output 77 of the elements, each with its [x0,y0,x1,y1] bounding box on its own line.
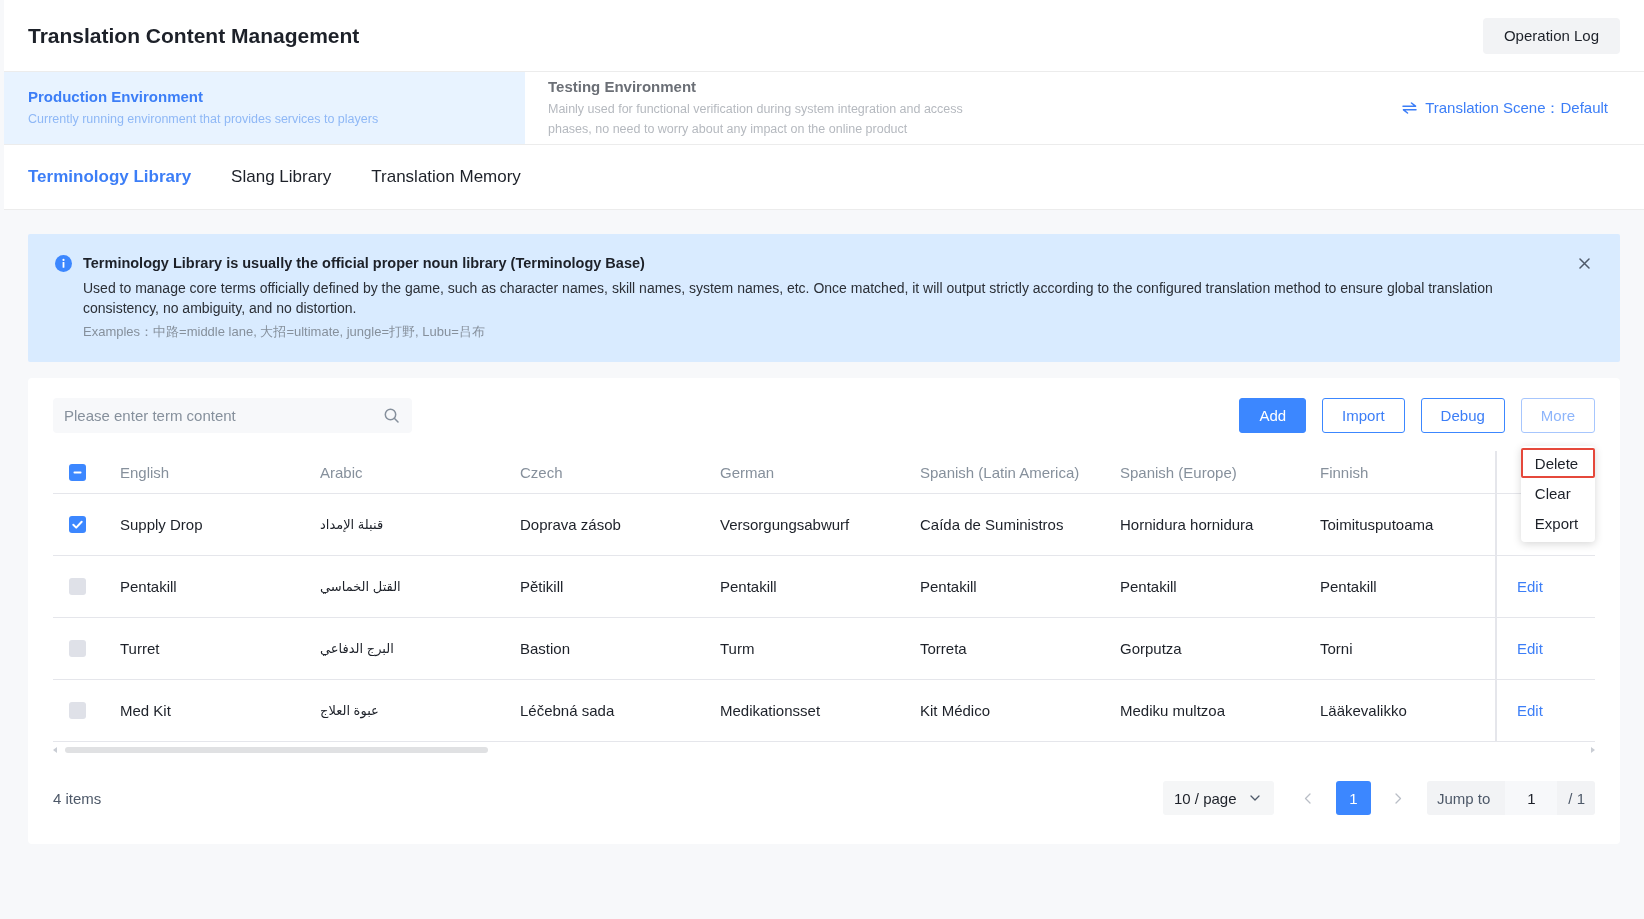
jump-label: Jump to [1437,789,1491,807]
page-size-select[interactable]: 10 / page [1163,781,1274,815]
search-field[interactable]: Please enter term content [53,398,412,433]
edit-link[interactable]: Edit [1517,640,1543,657]
operation-log-button[interactable]: Operation Log [1483,17,1620,54]
menu-item[interactable]: Export [1520,508,1595,538]
table-cell-text: Pentakill [720,577,778,597]
table-cell-text: Versorgungsabwurf [720,515,851,535]
table-cell-text: Gorputza [1120,639,1183,659]
table-cell-text: Lääkevalikko [1320,701,1408,721]
toolbar-button[interactable]: Import [1322,398,1405,433]
table-cell-text: Pětikill [520,577,565,597]
menu-item[interactable]: Clear [1520,478,1595,508]
search-icon[interactable] [384,408,399,423]
environment-tab[interactable]: Production Environment Currently running environment that provides services to players [4,72,525,144]
swap-icon [1402,102,1418,114]
table-cell-text: Supply Drop [120,515,204,535]
table-cell-text: Torreta [920,639,968,659]
table-cell-text: Mediku multzoa [1120,701,1227,721]
page-title: Translation Content Management [28,23,360,48]
horizontal-scrollbar[interactable] [53,745,1595,755]
table-cell-text: Turret [120,639,161,659]
library-tab[interactable]: Translation Memory [371,167,521,187]
total-count: 4 items [53,789,102,807]
table-cell-text: Medikationsset [720,701,822,721]
column-header: Arabic [320,462,364,483]
close-icon[interactable] [1579,257,1590,269]
scroll-right-arrow-icon[interactable] [1591,747,1595,753]
notice-examples: Examples：中路=middle lane, 大招=ultimate, jungle=打野, Lubu=吕布 [83,323,486,341]
column-header: Finnish [1320,462,1370,483]
table-cell-text: البرج الدفاعي [320,640,395,658]
checkbox[interactable] [69,578,86,595]
scroll-left-arrow-icon[interactable] [53,747,57,753]
menu-item[interactable]: Delete [1520,448,1595,478]
toolbar-button[interactable]: Debug [1420,398,1505,433]
table-cell-text: Toimitusputoama [1320,515,1435,535]
column-header: Spanish (Europe) [1120,462,1238,483]
table-cell-text: Bastion [520,639,572,659]
chevron-down-icon [1250,795,1260,801]
previous-page-icon[interactable] [1304,792,1311,804]
table-cell-text: Pentakill [1320,577,1378,597]
toolbar-button[interactable]: More [1520,398,1595,433]
translation-scene-link[interactable]: Translation Scene：Default [1402,98,1608,118]
table-cell-text: عبوة العلاج [320,702,380,721]
table-cell-text: القتل الخماسي [320,578,402,596]
table-cell-text: قنبلة الإمداد [320,516,385,534]
info-icon [55,254,72,272]
table-cell-text: Med Kit [120,701,172,721]
next-page-icon[interactable] [1395,792,1402,804]
column-header: English [120,462,171,483]
checkbox[interactable] [69,702,86,719]
toolbar-button[interactable]: Add [1239,398,1307,433]
notice-description: Used to manage core terms officially defined by the game, such as character names, skill names, system names, etc. Once matched, it will output strictly according to the configured translation method to ensure global translation consistency, no ambiguity, and no distortion. [83,279,1494,318]
table-cell-text: Torni [1320,639,1354,659]
checkbox[interactable] [69,640,86,657]
table-cell-text: Caída de Suministros [920,515,1065,535]
library-tab[interactable]: Terminology Library [28,167,192,187]
table-cell-text: Léčebná sada [520,701,616,721]
table-cell-text: Kit Médico [920,701,992,721]
page-count: / 1 [1568,789,1585,807]
checkbox[interactable] [69,463,86,481]
column-header: Czech [520,462,564,483]
table-cell-text: Pentakill [920,577,978,597]
notice-title: Terminology Library is usually the official proper noun library (Terminology Base) [83,254,646,273]
table-cell-text: Doprava zásob [520,515,622,535]
library-tab[interactable]: Slang Library [231,167,332,187]
checkbox[interactable] [69,516,86,533]
table-cell-text: Turm [720,639,756,659]
column-header: Spanish (Latin America) [920,462,1081,483]
page-jump-field[interactable]: 1 [1505,781,1558,815]
edit-link[interactable]: Edit [1517,578,1543,595]
table-cell-text: Pentakill [120,577,178,597]
table-cell-text: Pentakill [1120,577,1178,597]
column-header: German [720,462,776,483]
page-button[interactable]: 1 [1336,781,1371,815]
table-cell-text: Hornidura hornidura [1120,515,1255,535]
edit-link[interactable]: Edit [1517,702,1543,719]
